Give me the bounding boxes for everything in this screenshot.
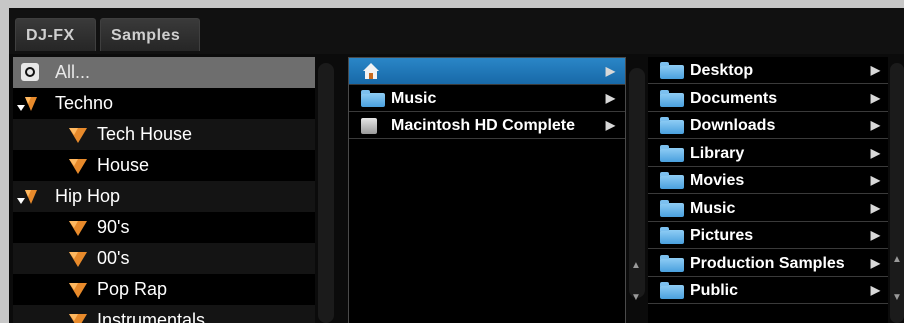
genre-list: All... Techno Tech House House Hip Hop 9… — [13, 57, 315, 323]
genre-icon — [69, 283, 87, 298]
folder-item-music[interactable]: Music ▶ — [648, 195, 888, 222]
chevron-right-icon: ▶ — [870, 118, 880, 132]
chevron-right-icon: ▶ — [870, 255, 880, 270]
genre-item-hip-hop[interactable]: Hip Hop — [13, 181, 315, 212]
folder-label: Public — [690, 282, 739, 299]
folder-icon — [660, 254, 684, 272]
genre-label: 90's — [97, 217, 130, 237]
scroll-down-icon[interactable]: ▼ — [892, 292, 902, 303]
all-icon — [21, 63, 39, 81]
genre-label: 00's — [97, 248, 130, 268]
folder-label: Pictures — [690, 227, 754, 244]
folder-label: Documents — [690, 89, 778, 107]
tab-samples[interactable]: Samples — [100, 18, 200, 51]
genre-label: Pop Rap — [97, 279, 168, 299]
folder-label: Movies — [690, 172, 745, 189]
folder-item-pictures[interactable]: Pictures ▶ — [648, 222, 888, 249]
genre-item-tech-house[interactable]: Tech House — [13, 119, 315, 150]
folder-icon — [660, 117, 684, 134]
genre-label: All... — [55, 62, 91, 82]
folder-list: Desktop ▶ Documents ▶ Downloads ▶ Librar… — [648, 57, 888, 323]
genre-icon — [69, 221, 87, 236]
genre-label: Instrumentals — [97, 310, 206, 323]
location-list: ▶ Music ▶ Macintosh HD Complete ▶ — [348, 57, 626, 323]
chevron-right-icon: ▶ — [870, 200, 880, 215]
scroll-up-icon[interactable]: ▲ — [631, 260, 641, 271]
tab-dj-fx[interactable]: DJ-FX — [15, 18, 96, 51]
folder-label: Downloads — [690, 117, 776, 134]
chevron-right-icon: ▶ — [605, 118, 615, 132]
folder-scrollbar[interactable] — [890, 63, 904, 323]
genre-item-00s[interactable]: 00's — [13, 243, 315, 274]
folder-icon — [660, 89, 684, 107]
chevron-right-icon: ▶ — [605, 91, 615, 105]
chevron-right-icon: ▶ — [870, 63, 880, 77]
chevron-right-icon: ▶ — [870, 228, 880, 242]
folder-label: Production Samples — [690, 254, 845, 272]
chevron-right-icon: ▶ — [870, 173, 880, 187]
genre-icon — [69, 252, 87, 267]
genre-label: Tech House — [97, 124, 193, 144]
genre-item-all[interactable]: All... — [13, 57, 315, 88]
folder-item-desktop[interactable]: Desktop ▶ — [648, 57, 888, 84]
location-label: Macintosh HD Complete — [391, 117, 576, 134]
genre-item-90s[interactable]: 90's — [13, 212, 315, 243]
folder-icon — [660, 282, 684, 299]
chevron-right-icon: ▶ — [870, 283, 880, 297]
home-icon — [363, 63, 379, 79]
chevron-right-icon: ▶ — [870, 145, 880, 160]
folder-item-library[interactable]: Library ▶ — [648, 140, 888, 167]
genre-label: House — [97, 155, 150, 175]
location-item-home[interactable]: ▶ — [349, 58, 625, 85]
genre-label: Techno — [55, 93, 114, 113]
location-item-music[interactable]: Music ▶ — [349, 85, 625, 112]
folder-icon — [660, 144, 684, 162]
location-item-macintosh-hd[interactable]: Macintosh HD Complete ▶ — [349, 112, 625, 139]
genre-label: Hip Hop — [55, 186, 121, 206]
folder-item-downloads[interactable]: Downloads ▶ — [648, 112, 888, 139]
genre-item-pop-rap[interactable]: Pop Rap — [13, 274, 315, 305]
folder-icon — [660, 199, 684, 217]
folder-item-documents[interactable]: Documents ▶ — [648, 85, 888, 112]
browser-window: DJ-FX Samples All... Techno Tech House H… — [9, 8, 904, 323]
folder-item-public[interactable]: Public ▶ — [648, 277, 888, 304]
genre-item-instrumentals[interactable]: Instrumentals — [13, 305, 315, 323]
expand-arrow-genre-icon[interactable] — [17, 188, 39, 206]
hard-drive-icon — [361, 118, 377, 134]
folder-icon — [660, 172, 684, 189]
chevron-right-icon: ▶ — [870, 90, 880, 105]
folder-icon — [660, 227, 684, 244]
expand-arrow-genre-icon[interactable] — [17, 95, 39, 113]
scroll-up-icon[interactable]: ▲ — [892, 254, 902, 265]
folder-icon — [660, 62, 684, 79]
chevron-right-icon: ▶ — [605, 64, 615, 78]
tab-bar: DJ-FX Samples — [9, 8, 904, 54]
scroll-down-icon[interactable]: ▼ — [631, 292, 641, 303]
genre-scrollbar[interactable] — [318, 63, 334, 323]
folder-label: Library — [690, 144, 745, 162]
folder-item-production-samples[interactable]: Production Samples ▶ — [648, 250, 888, 277]
genre-icon — [69, 314, 87, 323]
folder-label: Music — [690, 199, 736, 217]
folder-label: Desktop — [690, 62, 754, 79]
location-label: Music — [391, 90, 437, 107]
genre-icon — [69, 159, 87, 174]
folder-icon — [361, 90, 385, 107]
genre-icon — [69, 128, 87, 143]
genre-item-techno[interactable]: Techno — [13, 88, 315, 119]
folder-item-movies[interactable]: Movies ▶ — [648, 167, 888, 194]
genre-item-house[interactable]: House — [13, 150, 315, 181]
